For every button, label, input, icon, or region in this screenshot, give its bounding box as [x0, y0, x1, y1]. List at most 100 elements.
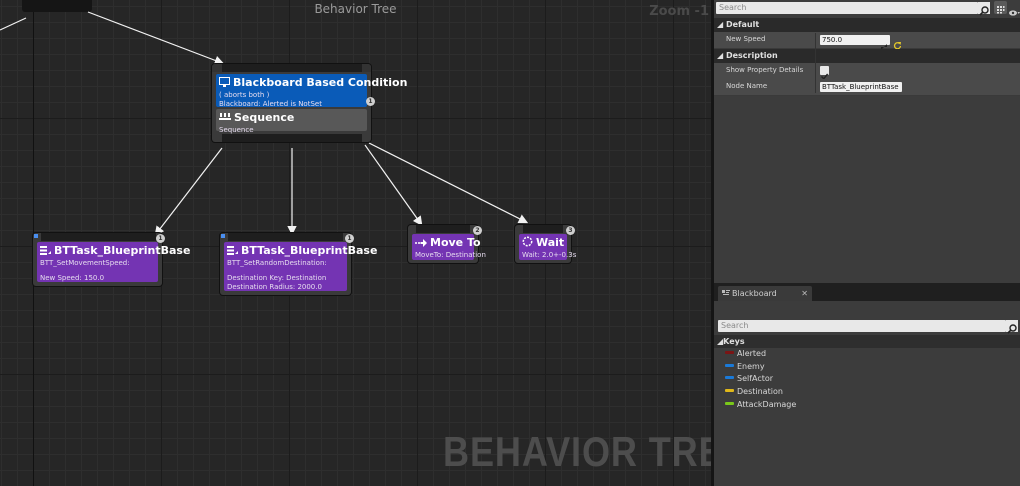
task-body[interactable]: Move To MoveTo: Destination	[412, 234, 486, 260]
key-type-swatch	[725, 351, 734, 354]
category-label: Description	[725, 51, 778, 60]
decorator-title: Blackboard Based Condition	[233, 76, 408, 89]
graph-title: Behavior Tree	[314, 2, 397, 16]
key-type-swatch	[725, 363, 734, 367]
blackboard-key-item[interactable]: Alerted	[725, 348, 766, 360]
task-title: Wait	[536, 236, 565, 249]
key-type-swatch	[725, 376, 734, 380]
property-row-node-name: Node Name BTTask_BlueprintBase	[714, 79, 1020, 96]
task-body[interactable]: Wait Wait: 2.0+-0.3s	[519, 234, 577, 260]
details-search-input[interactable]: Search	[716, 2, 978, 14]
node-name-input[interactable]: BTTask_BlueprintBase	[820, 82, 902, 92]
edge-root-to-sequence	[0, 17, 27, 31]
column-splitter[interactable]	[815, 33, 816, 93]
blackboard-search-input[interactable]: Search	[718, 320, 1006, 332]
task-title: BTTask_BlueprintBase	[54, 244, 191, 257]
wait-icon	[522, 236, 533, 251]
blackboard-key-item[interactable]: SelfActor	[725, 373, 773, 385]
node-input-pin	[222, 64, 362, 72]
task-subtitle: MoveTo: Destination	[415, 251, 486, 259]
zoom-level: Zoom -1	[649, 4, 709, 19]
blackboard-tab-icon	[722, 287, 730, 302]
key-name: Destination	[737, 387, 783, 397]
task-title-row: BTTask_BlueprintBase	[40, 244, 190, 259]
edge-sequence-to-wait	[368, 142, 529, 224]
property-label: New Speed	[726, 35, 766, 43]
category-default[interactable]: ◢ Default	[714, 18, 1020, 32]
node-input-pin	[416, 225, 470, 233]
sequence-node[interactable]: Blackboard Based Condition ( aborts both…	[212, 64, 407, 142]
search-icon[interactable]	[1006, 320, 1018, 334]
execution-order-badge: 3	[566, 226, 575, 235]
keys-label: Keys	[723, 337, 745, 346]
execution-order-badge: 1	[345, 234, 354, 243]
tab-label: Blackboard	[732, 289, 777, 298]
task-property-destination-radius: Destination Radius: 2000.0	[227, 283, 322, 291]
blackboard-key-item[interactable]: Enemy	[725, 361, 765, 373]
behavior-tree-graph[interactable]: Behavior Tree Zoom -1 BEHAVIOR TREE Blac…	[0, 0, 711, 486]
task-icon	[40, 245, 51, 259]
key-name: SelfActor	[737, 374, 774, 384]
task-set-movement-speed-node[interactable]: BTTask_BlueprintBase BTT_SetMovementSpee…	[33, 233, 190, 286]
task-property-destination-key: Destination Key: Destination	[227, 274, 327, 282]
decorator-title-row: Blackboard Based Condition	[219, 76, 407, 91]
task-body[interactable]: BTTask_BlueprintBase BTT_SetMovementSpee…	[37, 242, 190, 282]
breakpoint-flag	[221, 234, 225, 238]
node-input-pin	[41, 233, 156, 241]
property-label: Show Property Details	[726, 66, 804, 74]
search-icon[interactable]	[978, 2, 990, 16]
blackboard-panel: Search ◢Keys Alerted Enemy SelfActor Destin…	[714, 301, 1020, 486]
details-panel: Search ◢ Default New Speed 750.0 ◢ Descr…	[714, 0, 1020, 283]
node-input-pin	[523, 225, 563, 233]
edge-sequence-to-moveto	[364, 144, 423, 226]
task-property-new-speed: New Speed: 150.0	[40, 274, 105, 282]
close-icon[interactable]: ✕	[801, 286, 808, 301]
wait-node[interactable]: Wait Wait: 2.0+-0.3s 3	[515, 225, 577, 263]
sequence-title: Sequence	[234, 111, 295, 124]
node-input-pin	[228, 233, 343, 241]
task-title: BTTask_BlueprintBase	[241, 244, 378, 257]
move-to-node[interactable]: Move To MoveTo: Destination 2	[408, 225, 486, 263]
graph-watermark: BEHAVIOR TREE	[443, 428, 711, 475]
move-arrow-icon	[415, 237, 427, 251]
task-body[interactable]: BTTask_BlueprintBase BTT_SetRandomDestin…	[224, 242, 377, 291]
key-name: Alerted	[737, 349, 767, 358]
task-subtitle: Wait: 2.0+-0.3s	[522, 251, 577, 259]
show-property-details-checkbox[interactable]	[820, 66, 829, 80]
keys-header[interactable]: ◢Keys	[714, 335, 1020, 348]
edge-root-to-sequence	[87, 11, 225, 65]
key-type-swatch	[725, 401, 734, 405]
blackboard-key-item[interactable]: Destination	[725, 386, 783, 398]
sequence-icon	[219, 112, 231, 126]
execution-order-badge: 1	[156, 234, 165, 243]
decorator-abort-mode: ( aborts both )	[219, 91, 270, 99]
task-set-random-destination-node[interactable]: BTTask_BlueprintBase BTT_SetRandomDestin…	[220, 233, 377, 295]
task-title-row: BTTask_BlueprintBase	[227, 244, 377, 259]
blackboard-key-item[interactable]: AttackDamage	[725, 399, 796, 411]
blackboard-tab-bar: Blackboard ✕	[714, 283, 1020, 301]
execution-order-badge: 2	[473, 226, 482, 235]
task-title-row: Wait	[522, 236, 564, 251]
decorator-condition: Blackboard: Alerted is NotSet	[219, 100, 322, 108]
category-label: Default	[725, 20, 760, 29]
sequence-title-row: Sequence	[219, 111, 364, 126]
key-name: AttackDamage	[737, 399, 797, 409]
category-description[interactable]: ◢ Description	[714, 49, 1020, 63]
task-title-row: Move To	[415, 236, 481, 251]
property-label: Node Name	[726, 82, 768, 90]
task-icon	[227, 245, 238, 259]
tab-blackboard[interactable]: Blackboard ✕	[718, 286, 812, 301]
task-title: Move To	[430, 236, 481, 249]
node-output-pin	[222, 134, 362, 142]
key-name: Enemy	[737, 361, 765, 371]
expand-arrow-icon: ◢	[717, 20, 724, 29]
property-row-new-speed: New Speed 750.0	[714, 32, 1020, 50]
blackboard-icon	[219, 77, 230, 91]
blackboard-decorator[interactable]: Blackboard Based Condition ( aborts both…	[216, 74, 407, 108]
property-row-show-details: Show Property Details	[714, 63, 1020, 80]
task-subtitle: BTT_SetRandomDestination:	[227, 259, 327, 267]
view-options-icon[interactable]	[994, 1, 1007, 14]
sequence-body[interactable]: Sequence Sequence	[216, 109, 367, 134]
edge-sequence-to-task1	[154, 147, 223, 236]
expand-arrow-icon: ◢	[717, 51, 724, 60]
